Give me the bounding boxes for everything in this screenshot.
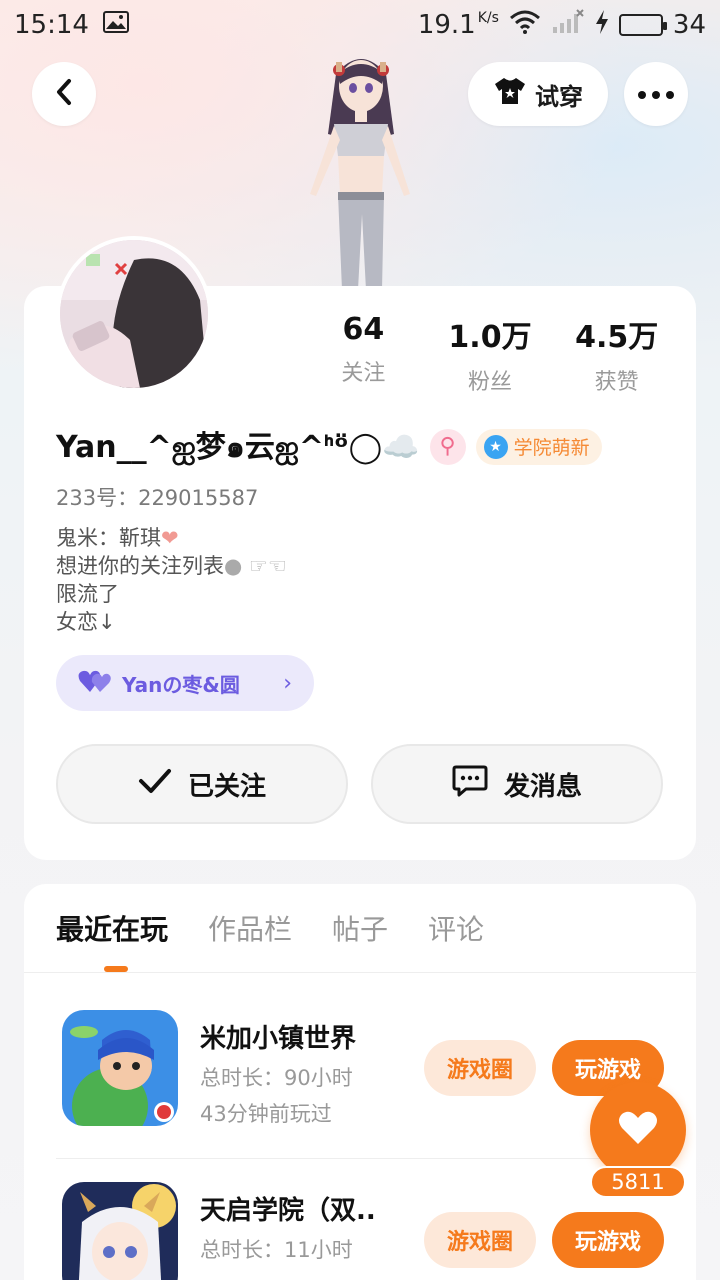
game-meta: 总时长：90小时 43分钟前玩过: [200, 1060, 353, 1132]
game-playtime: 总时长：11小时: [200, 1238, 353, 1262]
fan-group-label: Yanの枣&圆: [122, 672, 240, 697]
battery-level: 34: [672, 10, 706, 40]
tab-comments[interactable]: 评论: [428, 908, 484, 948]
heart-icon: [618, 1110, 658, 1150]
tab-posts[interactable]: 帖子: [332, 908, 388, 948]
network-speed: 19.1 K/s: [417, 10, 499, 40]
star-icon: ★: [483, 434, 508, 459]
bio-line: 鬼米：靳琪❤: [56, 526, 179, 550]
gallery-icon: [102, 10, 129, 40]
game-playtime: 总时长：90小时: [200, 1066, 353, 1090]
try-on-label: 试穿: [535, 82, 583, 111]
check-icon: [138, 768, 172, 801]
tshirt-icon: [493, 76, 527, 112]
divider: [56, 1158, 668, 1159]
followed-button[interactable]: 已关注: [56, 744, 348, 824]
level-badge-label: 学院萌新: [513, 437, 590, 459]
game-icon[interactable]: [62, 1182, 178, 1280]
game-circle-button[interactable]: 游戏圈: [424, 1040, 536, 1096]
status-time: 15:14: [14, 10, 89, 40]
heart-emoji-icon: ❤: [161, 526, 179, 550]
like-count: 5811: [590, 1166, 686, 1198]
try-on-button[interactable]: 试穿: [468, 62, 608, 126]
game-last-played: 43分钟前玩过: [200, 1102, 332, 1126]
game-list-item[interactable]: 天启学院（双.. 总时长：11小时 游戏圈 玩游戏: [56, 1182, 668, 1280]
battery-icon: [618, 14, 667, 36]
game-icon[interactable]: [62, 1010, 178, 1126]
level-badge[interactable]: ★ 学院萌新: [475, 428, 602, 465]
back-button[interactable]: [32, 62, 96, 126]
bio: 鬼米：靳琪❤ 想进你的关注列表● ☞☜ 限流了 女恋↓: [56, 524, 287, 636]
tab-works[interactable]: 作品栏: [208, 908, 292, 948]
game-circle-button[interactable]: 游戏圈: [424, 1212, 536, 1268]
bio-line: 想进你的关注列表● ☞☜: [56, 554, 287, 578]
game-meta: 总时长：11小时: [200, 1232, 353, 1268]
stat-label: 获赞: [594, 370, 639, 395]
chevron-right-icon: ›: [283, 670, 292, 696]
status-bar: 15:14 19.1 K/s 34: [0, 0, 720, 50]
bio-line: 限流了: [56, 582, 119, 606]
user-id: 233号：229015587: [56, 486, 259, 510]
username-row: Yan__^ஐ梦๑云ஐ^ᑋᵒ̈◯☁️ ⚲ ★ 学院萌新: [56, 422, 602, 471]
game-title: 米加小镇世界: [200, 1024, 357, 1054]
stat-following[interactable]: 64 关注: [300, 312, 427, 396]
chevron-left-icon: [53, 78, 75, 110]
charging-icon: [595, 9, 609, 41]
profile-stats: 64 关注 1.0万 粉丝 4.5万 获赞: [300, 312, 680, 396]
game-title: 天启学院（双..: [200, 1196, 376, 1226]
profile-tabs: 最近在玩 作品栏 帖子 评论: [56, 908, 484, 948]
more-dots-icon: [637, 85, 675, 104]
username: Yan__^ஐ梦๑云ஐ^ᑋᵒ̈◯☁️: [56, 430, 420, 465]
avatar-character-illustration: [286, 44, 436, 290]
more-options-button[interactable]: [624, 62, 688, 126]
chat-bubble-icon: [452, 764, 488, 805]
avatar[interactable]: [56, 236, 212, 392]
emoji-icons: ● ☞☜: [224, 554, 287, 578]
wifi-icon: [509, 10, 541, 41]
followed-label: 已关注: [187, 771, 266, 802]
signal-icon: [551, 8, 585, 42]
stat-value: 4.5万: [575, 320, 659, 355]
stat-label: 关注: [341, 361, 386, 386]
female-gender-icon: ⚲: [429, 428, 466, 465]
stat-value: 1.0万: [448, 320, 532, 355]
send-message-label: 发消息: [503, 771, 582, 802]
double-heart-icon: [78, 668, 112, 699]
bio-line: 女恋↓: [56, 610, 116, 634]
like-button[interactable]: [590, 1082, 686, 1178]
fan-group-button[interactable]: Yanの枣&圆 ›: [56, 655, 314, 711]
play-game-button[interactable]: 玩游戏: [552, 1212, 664, 1268]
divider: [24, 972, 696, 973]
stat-value: 64: [342, 312, 385, 347]
stat-likes[interactable]: 4.5万 获赞: [553, 312, 680, 396]
tab-recently-played[interactable]: 最近在玩: [56, 908, 168, 948]
game-list-item[interactable]: 米加小镇世界 总时长：90小时 43分钟前玩过 游戏圈 玩游戏: [56, 1010, 668, 1140]
send-message-button[interactable]: 发消息: [371, 744, 663, 824]
stat-label: 粉丝: [468, 370, 513, 395]
stat-followers[interactable]: 1.0万 粉丝: [427, 312, 554, 396]
